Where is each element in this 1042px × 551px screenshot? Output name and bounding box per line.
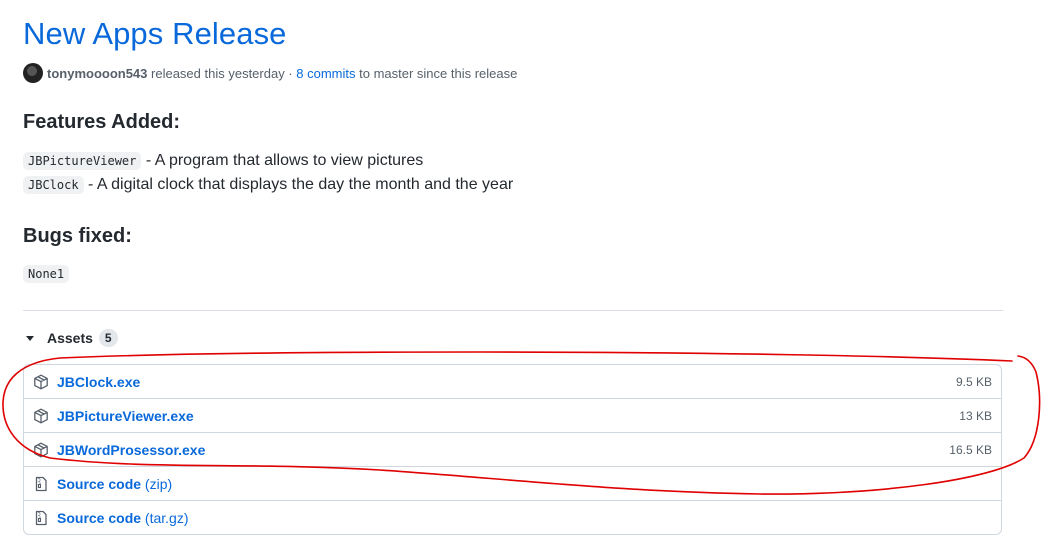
features-heading: Features Added:: [23, 111, 181, 133]
caret-down-icon: [26, 335, 34, 341]
bugs-heading: Bugs fixed:: [23, 225, 132, 247]
assets-count-badge: 5: [98, 329, 118, 347]
feature-item: JBPictureViewer - A program that allows …: [23, 152, 423, 170]
asset-link[interactable]: JBClock.exe: [57, 374, 140, 390]
released-text: released this yesterday ·: [147, 65, 297, 81]
feature-code: JBPictureViewer: [23, 152, 142, 170]
source-row: Source code (zip): [24, 467, 1001, 501]
bug-item: None1: [23, 265, 70, 283]
asset-row: JBPictureViewer.exe 13 KB: [24, 399, 1001, 433]
package-icon: [33, 374, 49, 390]
file-zip-icon: [33, 476, 49, 492]
avatar[interactable]: [23, 63, 43, 83]
divider: [23, 310, 1003, 311]
package-icon: [33, 442, 49, 458]
source-ext: (tar.gz): [144, 510, 189, 526]
source-code-tar-link[interactable]: Source code (tar.gz): [57, 510, 189, 526]
asset-row: JBWordProsessor.exe 16.5 KB: [24, 433, 1001, 467]
package-icon: [33, 408, 49, 424]
bug-code: None1: [23, 265, 70, 283]
release-title[interactable]: New Apps Release: [23, 16, 287, 52]
author-link[interactable]: tonymoooon543: [47, 66, 147, 81]
file-zip-icon: [33, 510, 49, 526]
asset-size: 13 KB: [959, 408, 992, 423]
source-label: Source code: [57, 475, 142, 492]
feature-text: - A program that allows to view pictures: [141, 152, 424, 169]
source-ext: (zip): [144, 475, 173, 492]
assets-list: JBClock.exe 9.5 KB JBPictureViewer.exe 1…: [23, 364, 1002, 535]
asset-size: 9.5 KB: [955, 374, 992, 389]
source-code-zip-link[interactable]: Source code (zip): [57, 476, 172, 492]
assets-label: Assets: [47, 330, 93, 346]
source-label: Source code: [57, 510, 142, 526]
commits-link[interactable]: 8 commits: [296, 66, 355, 81]
feature-code: JBClock: [23, 176, 84, 194]
source-row: Source code (tar.gz): [24, 501, 1001, 534]
release-meta: tonymoooon543 released this yesterday · …: [23, 63, 517, 83]
asset-link[interactable]: JBPictureViewer.exe: [57, 408, 194, 424]
feature-text: - A digital clock that displays the day …: [83, 176, 514, 193]
feature-item: JBClock - A digital clock that displays …: [23, 176, 513, 194]
asset-row: JBClock.exe 9.5 KB: [24, 365, 1001, 399]
commits-suffix: to master since this release: [355, 65, 518, 81]
asset-size: 16.5 KB: [949, 442, 992, 457]
asset-link[interactable]: JBWordProsessor.exe: [57, 442, 205, 458]
assets-toggle[interactable]: Assets 5: [26, 328, 118, 348]
